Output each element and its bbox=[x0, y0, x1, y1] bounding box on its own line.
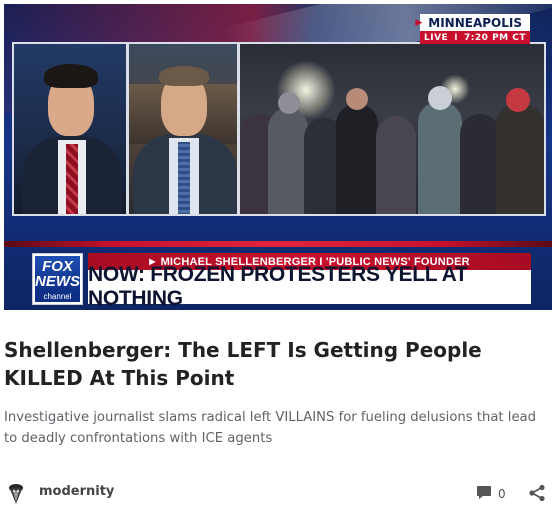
protester bbox=[268, 108, 308, 214]
post-card: ▶ MINNEAPOLIS LIVE I 7:20 PM CT FOX NEWS… bbox=[0, 0, 554, 515]
post-title[interactable]: Shellenberger: The LEFT Is Getting Peopl… bbox=[4, 336, 544, 392]
breaking-headline: NOW: FROZEN PROTESTERS YELL AT NOTHING bbox=[88, 263, 531, 310]
plague-doctor-avatar-icon[interactable] bbox=[6, 482, 26, 504]
share-icon[interactable] bbox=[528, 484, 546, 502]
protester-head bbox=[346, 88, 368, 110]
logo-line-3: channel bbox=[35, 292, 80, 302]
play-triangle-icon: ▶ bbox=[415, 17, 423, 28]
post-thumbnail[interactable]: ▶ MINNEAPOLIS LIVE I 7:20 PM CT FOX NEWS… bbox=[4, 4, 552, 310]
lower-third: ▶ MICHAEL SHELLENBERGER I 'PUBLIC NEWS' … bbox=[88, 253, 531, 310]
protester bbox=[376, 116, 416, 214]
protester bbox=[418, 102, 462, 214]
location-bug: ▶ MINNEAPOLIS LIVE I 7:20 PM CT bbox=[415, 14, 530, 44]
comment-count: 0 bbox=[498, 487, 506, 501]
location-text: MINNEAPOLIS bbox=[428, 15, 522, 30]
host-video-panel bbox=[12, 42, 128, 216]
guest-video-panel bbox=[127, 42, 239, 216]
host-hair bbox=[44, 64, 98, 88]
protester-head bbox=[278, 92, 300, 114]
broadcast-time: 7:20 PM CT bbox=[464, 32, 526, 43]
comments-button[interactable]: 0 bbox=[476, 485, 510, 503]
post-subtitle: Investigative journalist slams radical l… bbox=[4, 410, 537, 446]
host-tie bbox=[66, 144, 78, 214]
post-footer: modernity 0 bbox=[0, 478, 554, 508]
protester bbox=[496, 104, 544, 214]
protest-video-panel bbox=[238, 42, 546, 216]
author-link[interactable]: modernity bbox=[39, 484, 114, 499]
logo-line-1: FOX bbox=[42, 258, 73, 275]
logo-wordmark: FOX NEWS bbox=[35, 256, 80, 292]
protester bbox=[460, 114, 500, 214]
comment-bubble-icon bbox=[476, 484, 492, 504]
protester-head bbox=[506, 88, 530, 112]
network-logo: FOX NEWS channel bbox=[32, 253, 83, 305]
location-label: ▶ MINNEAPOLIS bbox=[415, 14, 530, 31]
protester-head bbox=[428, 86, 452, 110]
live-label: LIVE bbox=[423, 32, 449, 43]
guest-tie bbox=[178, 142, 190, 214]
guest-hair bbox=[159, 66, 209, 86]
protester bbox=[336, 104, 378, 214]
red-stripe-divider bbox=[4, 241, 552, 247]
separator: I bbox=[454, 32, 459, 43]
live-time-bar: LIVE I 7:20 PM CT bbox=[420, 31, 530, 44]
logo-line-2: NEWS bbox=[35, 273, 80, 290]
